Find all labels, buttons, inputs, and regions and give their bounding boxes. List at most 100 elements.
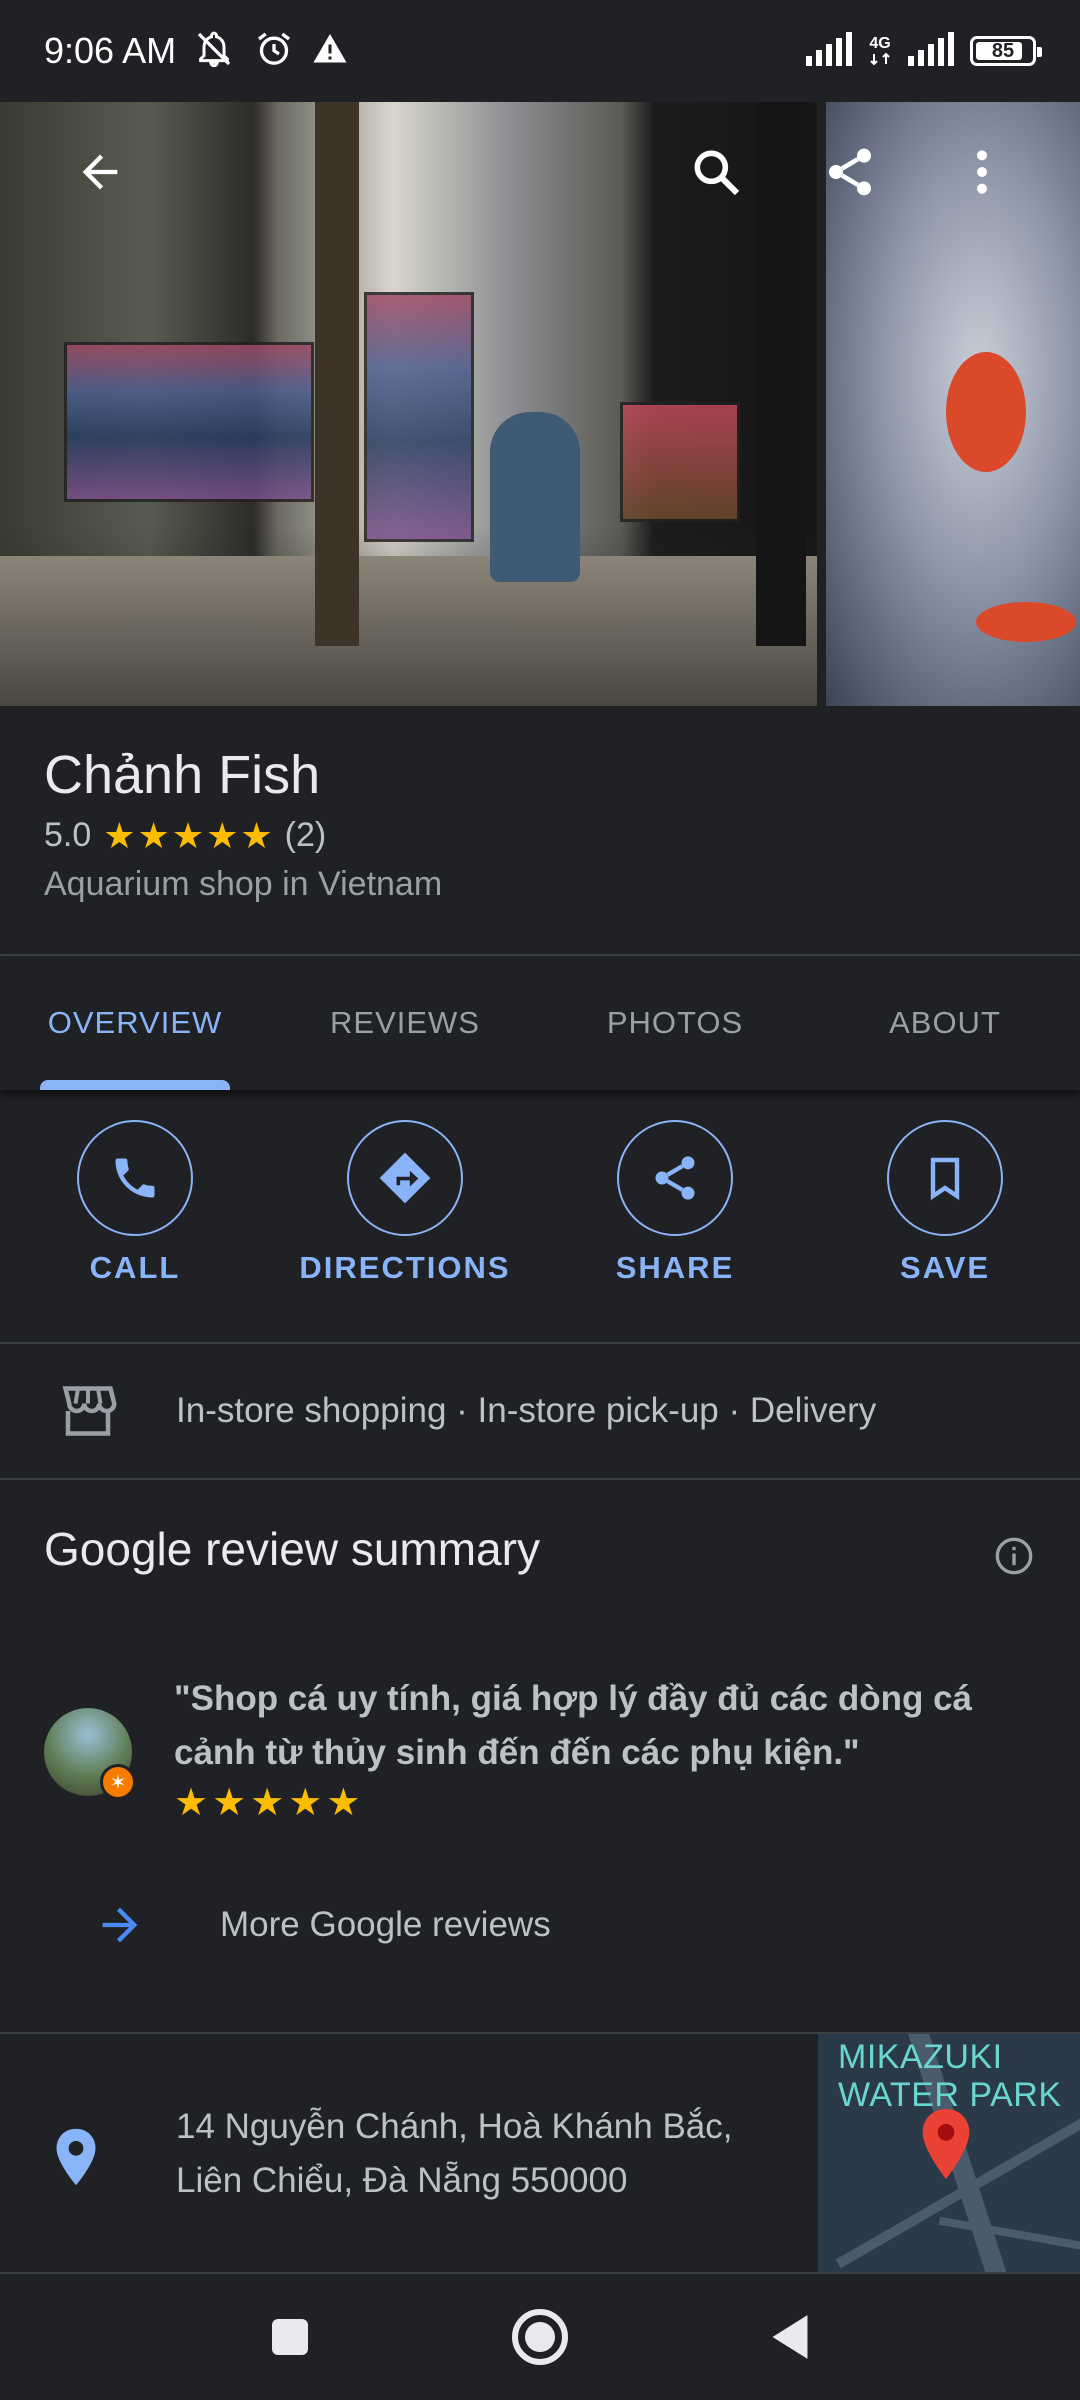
photo-shelf: [620, 402, 740, 522]
review-summary-title: Google review summary: [44, 1523, 540, 1575]
star-icon: ★: [288, 1782, 323, 1824]
share-action-button[interactable]: SHARE: [540, 1120, 810, 1320]
battery-level: 85: [991, 39, 1015, 62]
star-icon: ★: [137, 814, 170, 856]
share-button[interactable]: [810, 132, 890, 212]
photo-fish: [976, 602, 1076, 642]
place-header: Chảnh Fish 5.0 ★ ★ ★ ★ ★ (2) Aquarium shop i…: [44, 740, 1044, 904]
share-circle: [617, 1120, 733, 1236]
store-icon: [62, 1386, 117, 1436]
square-icon: [272, 2319, 308, 2355]
more-options-button[interactable]: [942, 132, 1022, 212]
signal-icon: [804, 31, 854, 71]
photo-person: [490, 412, 580, 582]
star-icon: ★: [103, 814, 136, 856]
avatar: ✶: [44, 1708, 136, 1800]
review-stars: ★ ★ ★ ★ ★: [174, 1784, 1044, 1822]
directions-icon: [379, 1152, 431, 1204]
action-buttons: CALL DIRECTIONS SHARE SAVE: [0, 1120, 1080, 1320]
star-icon: ★: [326, 1782, 361, 1824]
address-line-2: Liên Chiểu, Đà Nẵng 550000: [176, 2161, 628, 2200]
location-pin-icon: [56, 2128, 96, 2186]
status-time: 9:06 AM: [44, 30, 177, 71]
photo-shelf: [364, 292, 474, 542]
tab-label: REVIEWS: [330, 1005, 480, 1040]
review-quote: "Shop cá uy tính, giá hợp lý đầy đủ các …: [174, 1679, 972, 1772]
home-circle-icon: [512, 2309, 568, 2365]
directions-label: DIRECTIONS: [299, 1250, 511, 1285]
info-icon: [995, 1537, 1033, 1575]
photo-pillar: [315, 102, 359, 646]
star-icon: ★: [171, 814, 205, 856]
photo-floor: [0, 556, 817, 706]
service-options-text: In-store shopping · In-store pick-up · D…: [176, 1391, 877, 1430]
arrow-right-icon: [102, 1907, 138, 1943]
photo-fish: [946, 352, 1026, 472]
rating-stars: ★ ★ ★ ★ ★: [103, 814, 273, 856]
divider: [0, 1478, 1080, 1480]
place-name: Chảnh Fish: [44, 745, 321, 805]
tab-overview[interactable]: OVERVIEW: [0, 956, 270, 1090]
directions-circle: [347, 1120, 463, 1236]
more-reviews-link[interactable]: More Google reviews: [0, 1880, 700, 1970]
star-icon: ★: [206, 814, 239, 856]
rating-row[interactable]: 5.0 ★ ★ ★ ★ ★ (2): [44, 816, 1044, 855]
network-indicator: 4G: [868, 36, 892, 66]
back-nav-button[interactable]: [760, 2307, 820, 2367]
share-icon: [829, 148, 871, 196]
address-line-1: 14 Nguyễn Chánh, Hoà Khánh Bắc,: [176, 2107, 733, 2146]
info-button[interactable]: [994, 1536, 1034, 1581]
call-button[interactable]: CALL: [0, 1120, 270, 1320]
back-button[interactable]: [60, 132, 140, 212]
local-guide-badge-icon: ✶: [100, 1764, 136, 1800]
map-marker-icon: [922, 2109, 970, 2179]
save-label: SAVE: [899, 1250, 991, 1285]
bookmark-icon: [930, 1157, 960, 1201]
back-triangle-icon: [772, 2315, 808, 2359]
phone-icon: [115, 1158, 155, 1198]
alarm-icon: [254, 29, 294, 74]
battery-icon: 85: [970, 36, 1042, 66]
service-options-row[interactable]: In-store shopping · In-store pick-up · D…: [0, 1344, 1080, 1478]
photo-shelf: [64, 342, 314, 502]
tab-label: ABOUT: [889, 1005, 1001, 1040]
address-row[interactable]: 14 Nguyễn Chánh, Hoà Khánh Bắc, Liên Chi…: [0, 2034, 1080, 2272]
signal-icon: [906, 31, 956, 71]
network-label: 4G: [869, 35, 891, 52]
save-circle: [887, 1120, 1003, 1236]
tab-about[interactable]: ABOUT: [810, 956, 1080, 1090]
search-button[interactable]: [676, 132, 756, 212]
back-arrow-icon: [82, 154, 118, 190]
directions-button[interactable]: DIRECTIONS: [270, 1120, 540, 1320]
recents-button[interactable]: [260, 2307, 320, 2367]
map-thumbnail[interactable]: MIKAZUKI WATER PARK: [818, 2034, 1080, 2272]
more-vert-icon: [977, 150, 987, 194]
star-icon: ★: [250, 1782, 285, 1824]
tab-label: OVERVIEW: [47, 1005, 223, 1040]
call-label: CALL: [89, 1250, 181, 1285]
map-road: [938, 2216, 1080, 2260]
star-icon: ★: [212, 1782, 247, 1824]
tab-label: PHOTOS: [606, 1005, 744, 1040]
map-label: MIKAZUKI WATER PARK: [838, 2038, 1062, 2114]
photo-pillar: [756, 102, 806, 646]
more-reviews-label: More Google reviews: [220, 1905, 551, 1944]
save-button[interactable]: SAVE: [810, 1120, 1080, 1320]
review-snippet[interactable]: ✶ "Shop cá uy tính, giá hợp lý đầy đủ cá…: [44, 1672, 1044, 1822]
home-button[interactable]: [510, 2307, 570, 2367]
search-icon: [694, 150, 740, 196]
map-label-line-1: MIKAZUKI: [838, 2038, 1003, 2076]
system-nav-bar: [0, 2272, 1080, 2400]
tab-photos[interactable]: PHOTOS: [540, 956, 810, 1090]
call-circle: [77, 1120, 193, 1236]
review-count: (2): [284, 816, 327, 854]
share-icon: [655, 1156, 695, 1200]
photo-carousel[interactable]: [0, 102, 1080, 706]
star-icon: ★: [174, 1782, 209, 1824]
star-icon: ★: [240, 814, 273, 856]
tab-bar: OVERVIEW REVIEWS PHOTOS ABOUT: [0, 956, 1080, 1090]
status-bar: 9:06 AM 4G 85: [0, 0, 1080, 102]
address-text: 14 Nguyễn Chánh, Hoà Khánh Bắc, Liên Chi…: [176, 2100, 796, 2208]
tab-reviews[interactable]: REVIEWS: [270, 956, 540, 1090]
rating-value: 5.0: [44, 816, 92, 854]
